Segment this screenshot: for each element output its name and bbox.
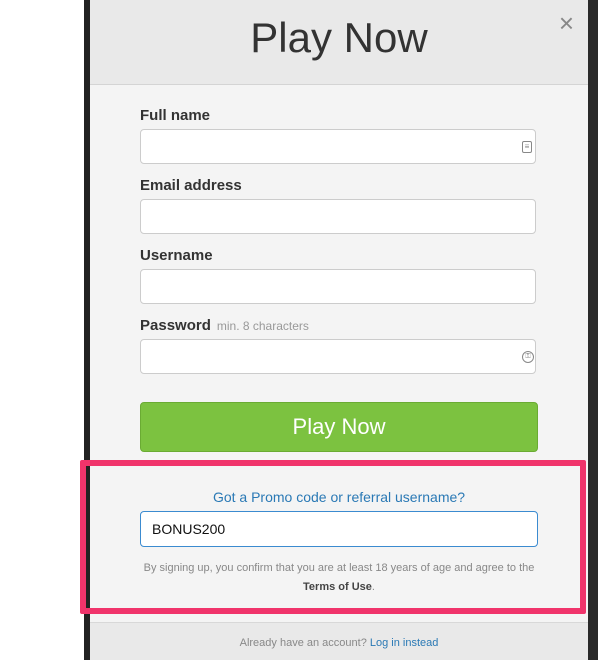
modal-header: Play Now ×: [90, 0, 588, 85]
footer-prompt: Already have an account?: [239, 637, 370, 649]
contact-card-icon: ≡: [522, 141, 532, 153]
email-label: Email address: [140, 177, 242, 194]
password-label: Password min. 8 characters: [140, 317, 309, 334]
full-name-label: Full name: [140, 107, 211, 124]
password-hint: min. 8 characters: [216, 319, 309, 333]
password-field[interactable]: [140, 339, 536, 374]
full-name-field[interactable]: [140, 129, 536, 164]
login-link[interactable]: Log in instead: [370, 637, 439, 649]
backdrop-right: [588, 0, 598, 660]
promo-highlight-box: [80, 460, 586, 614]
close-icon[interactable]: ×: [559, 10, 574, 36]
play-now-button[interactable]: Play Now: [140, 402, 538, 452]
email-field[interactable]: [140, 199, 536, 234]
key-icon[interactable]: ⚿: [522, 351, 534, 363]
modal-footer: Already have an account? Log in instead: [90, 622, 588, 660]
username-field[interactable]: [140, 269, 536, 304]
footer-text: Already have an account? Log in instead: [90, 637, 588, 649]
password-label-text: Password: [140, 317, 211, 334]
modal-title: Play Now: [250, 14, 428, 61]
username-label: Username: [140, 247, 213, 264]
